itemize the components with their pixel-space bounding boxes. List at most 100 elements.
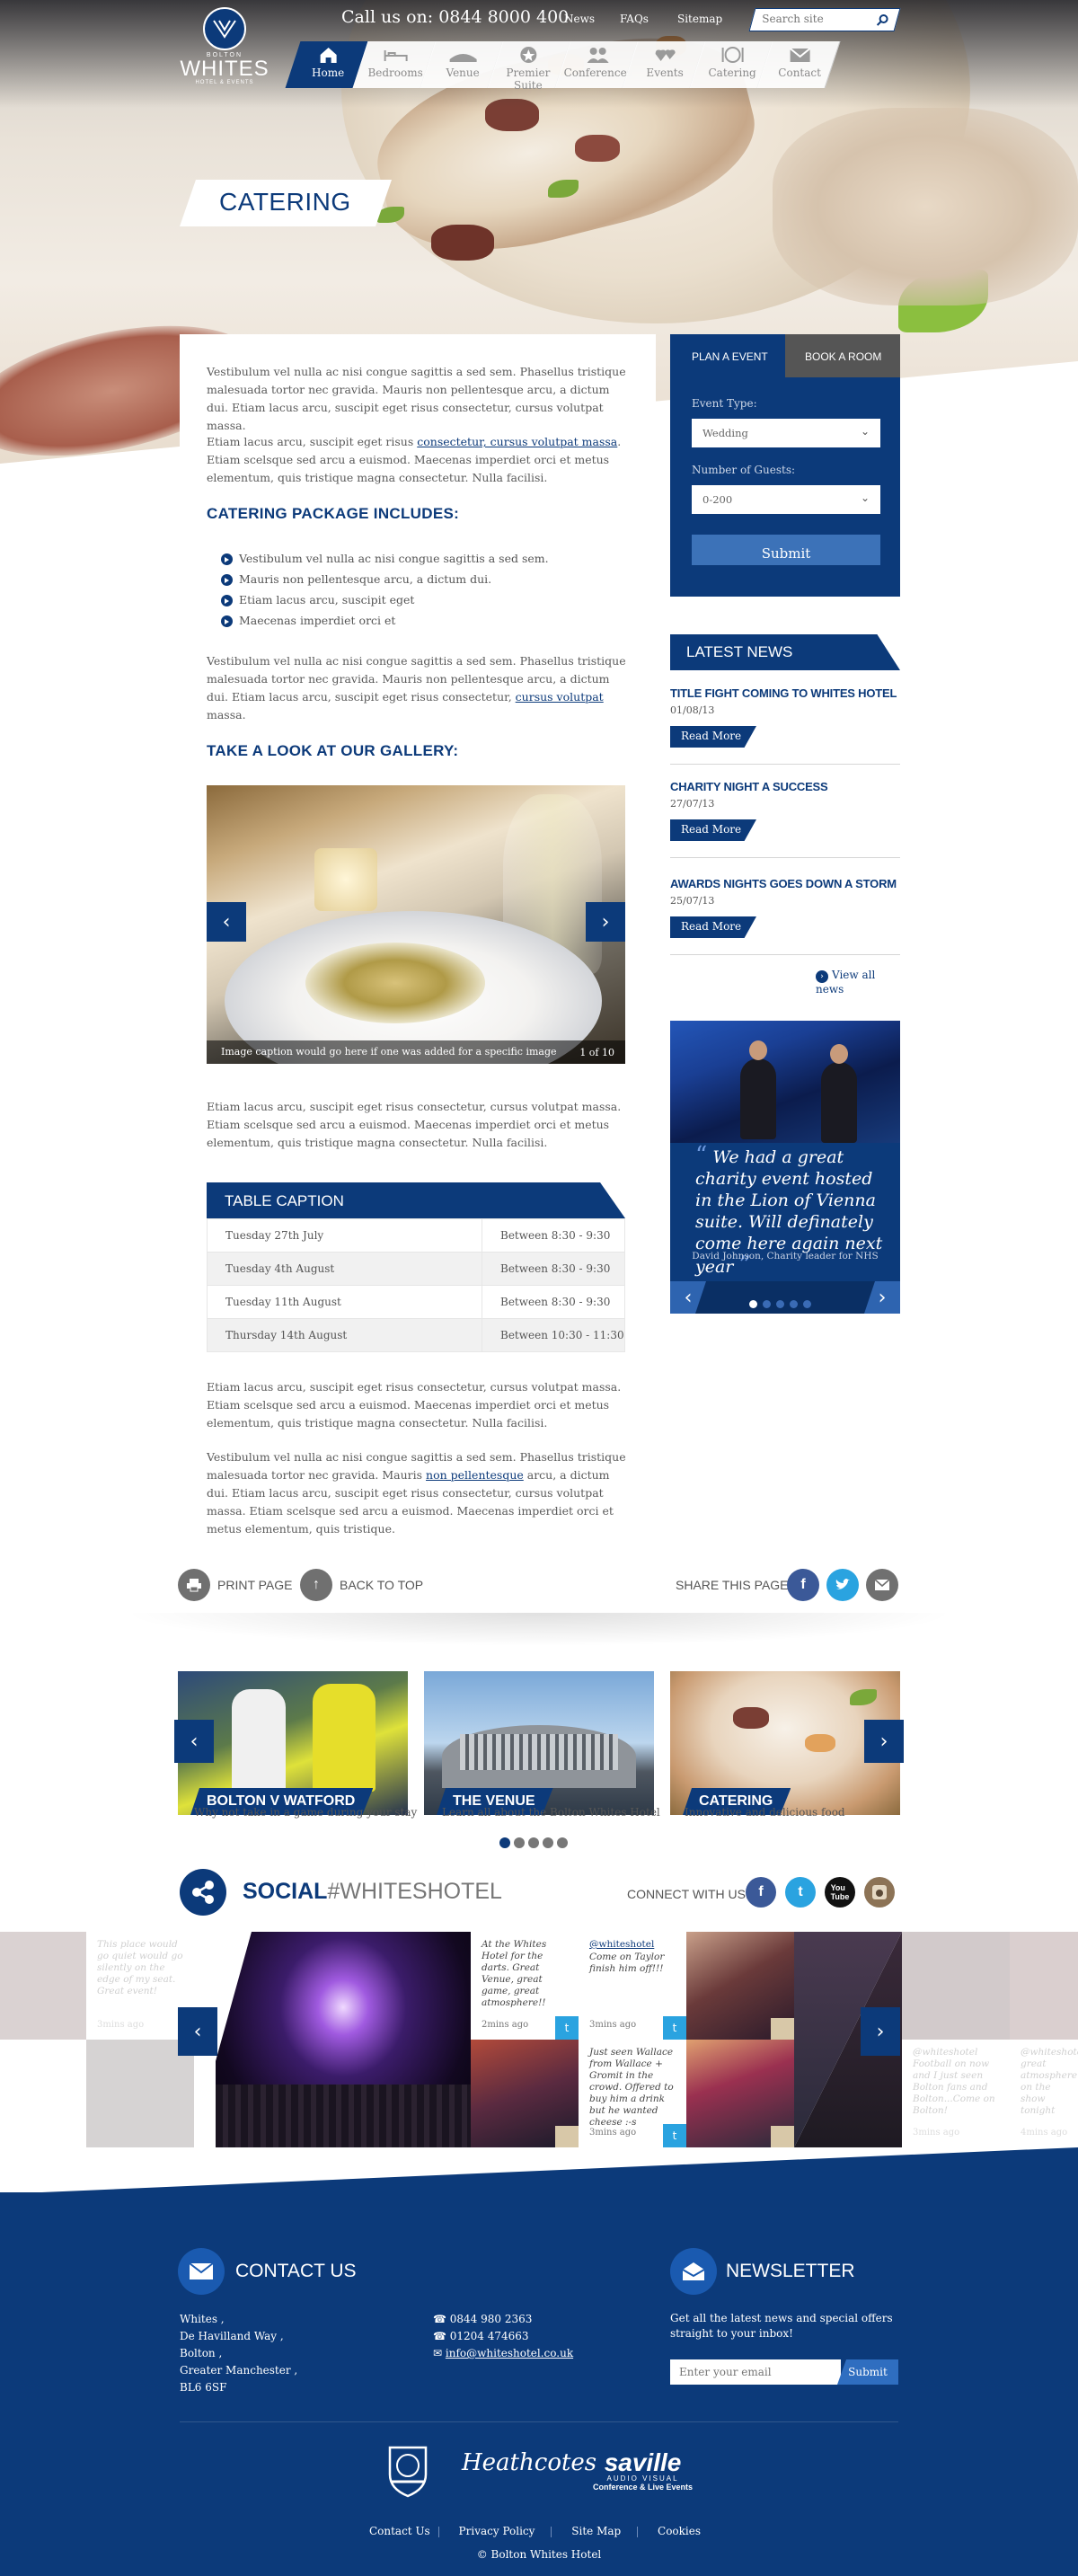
tweet-card[interactable]: Just seen Wallace from Wallace + Gromit … bbox=[579, 2040, 686, 2147]
read-more-button[interactable]: Read More bbox=[670, 819, 756, 841]
home-icon bbox=[320, 48, 337, 63]
tab-plan-event[interactable]: PLAN A EVENT bbox=[670, 334, 785, 377]
logo-badge-icon bbox=[203, 7, 246, 50]
bolton-wanderers-logo[interactable] bbox=[383, 2444, 433, 2498]
instagram-icon bbox=[771, 2018, 794, 2040]
tab-book-room[interactable]: BOOK A ROOM bbox=[785, 334, 900, 377]
guests-select[interactable]: 0-200 ⌄ bbox=[692, 485, 880, 514]
gallery-caption: Image caption would go here if one was a… bbox=[207, 1040, 625, 1064]
twitter-icon[interactable] bbox=[826, 1569, 859, 1601]
top-link-sitemap[interactable]: Sitemap bbox=[677, 13, 722, 25]
view-all-news-link[interactable]: › View all news bbox=[816, 969, 900, 996]
news-title[interactable]: CHARITY NIGHT A SUCCESS bbox=[670, 780, 828, 793]
chevron-down-icon: ⌄ bbox=[860, 425, 870, 438]
social-photo[interactable] bbox=[216, 1932, 471, 2147]
table-row: Tuesday 4th August Between 8:30 - 9:30 bbox=[207, 1252, 625, 1286]
gallery-counter: 1 of 10 bbox=[579, 1047, 614, 1058]
news-title[interactable]: AWARDS NIGHTS GOES DOWN A STORM bbox=[670, 877, 897, 890]
instagram-icon[interactable] bbox=[864, 1877, 895, 1908]
facebook-icon[interactable]: f bbox=[746, 1877, 776, 1908]
arrow-right-icon: › bbox=[816, 970, 828, 983]
event-type-select[interactable]: Wedding ⌄ bbox=[692, 419, 880, 447]
main-content: Vestibulum vel nulla ac nisi congue sagi… bbox=[180, 334, 656, 1536]
hotel-logo[interactable]: BOLTON WHITES HOTEL & EVENTS bbox=[178, 7, 271, 90]
search-box[interactable] bbox=[748, 8, 901, 31]
back-to-top-icon[interactable]: ↑ bbox=[300, 1569, 332, 1601]
schedule-table: Tuesday 27th July Between 8:30 - 9:30 Tue… bbox=[207, 1218, 625, 1352]
table-row: Tuesday 11th August Between 8:30 - 9:30 bbox=[207, 1285, 625, 1319]
event-type-label: Event Type: bbox=[692, 397, 757, 410]
search-input[interactable] bbox=[762, 13, 870, 25]
bed-icon bbox=[384, 50, 408, 61]
search-icon[interactable] bbox=[876, 13, 889, 30]
footer-link-contact[interactable]: Contact Us bbox=[369, 2525, 430, 2537]
social-photo[interactable] bbox=[686, 1932, 794, 2040]
social-photo[interactable] bbox=[686, 2040, 794, 2147]
news-date: 27/07/13 bbox=[670, 798, 715, 810]
inline-link[interactable]: cursus volutpat bbox=[516, 690, 604, 704]
promo-dots bbox=[499, 1835, 573, 1852]
page-title-banner: CATERING bbox=[180, 180, 392, 226]
gallery-next-arrow-icon[interactable]: › bbox=[586, 902, 625, 942]
faded-tweet: @whiteshotel great atmosphere on the sho… bbox=[1010, 2040, 1078, 2147]
footer-link-privacy[interactable]: Privacy Policy bbox=[459, 2525, 535, 2537]
inline-link[interactable]: non pellentesque bbox=[426, 1468, 524, 1482]
news-title[interactable]: TITLE FIGHT COMING TO WHITES HOTEL bbox=[670, 686, 897, 700]
newsletter-email-input[interactable] bbox=[670, 2359, 841, 2385]
bullet-arrow-icon bbox=[221, 595, 233, 606]
twitter-icon[interactable]: t bbox=[785, 1877, 816, 1908]
bullet-arrow-icon bbox=[221, 615, 233, 627]
contact-us-heading: CONTACT US bbox=[235, 2261, 357, 2281]
print-icon[interactable] bbox=[178, 1569, 210, 1601]
saville-logo[interactable]: saville AUDIO VISUAL Conference & Live E… bbox=[593, 2450, 693, 2492]
instagram-icon bbox=[555, 2126, 579, 2147]
social-prev-arrow-icon[interactable]: ‹ bbox=[178, 2007, 217, 2056]
top-link-news[interactable]: News bbox=[564, 13, 595, 25]
promo-next-arrow-icon[interactable]: › bbox=[864, 1720, 904, 1763]
hearts-icon bbox=[655, 49, 676, 61]
faded-tweet: @whiteshotel Football on now and I just … bbox=[902, 2040, 1010, 2147]
phone-number: Call us on: 0844 8000 400 bbox=[341, 7, 570, 27]
email-link[interactable]: info@whiteshotel.co.uk bbox=[446, 2347, 573, 2359]
testimonial-author: David Johnson, Charity leader for NHS bbox=[692, 1251, 879, 1261]
email-icon: ✉ bbox=[433, 2347, 446, 2359]
envelope-icon bbox=[789, 48, 810, 62]
newsletter-form: Submit bbox=[670, 2359, 898, 2385]
social-photo[interactable] bbox=[471, 2040, 579, 2147]
copyright: © Bolton Whites Hotel bbox=[476, 2548, 602, 2561]
read-more-button[interactable]: Read More bbox=[670, 916, 756, 938]
list-item: Vestibulum vel nulla ac nisi congue sagi… bbox=[221, 552, 549, 565]
paragraph-4: Etiam lacus arcu, suscipit eget risus co… bbox=[207, 1100, 622, 1149]
youtube-icon[interactable]: You Tube bbox=[825, 1877, 855, 1908]
social-title: SOCIAL#WHITESHOTEL bbox=[243, 1879, 502, 1904]
booking-widget: PLAN A EVENT BOOK A ROOM Event Type: Wed… bbox=[670, 334, 900, 597]
list-item: Etiam lacus arcu, suscipit eget bbox=[221, 593, 414, 606]
footer-link-cookies[interactable]: Cookies bbox=[658, 2525, 701, 2537]
promo-card-venue[interactable]: THE VENUE bbox=[424, 1671, 654, 1815]
print-page-link[interactable]: PRINT PAGE bbox=[217, 1578, 293, 1592]
newsletter-submit-button[interactable]: Submit bbox=[837, 2359, 898, 2385]
footer-link-sitemap[interactable]: Site Map bbox=[571, 2525, 621, 2537]
footer-links: Contact Us Privacy Policy Site Map Cooki… bbox=[0, 2525, 1078, 2537]
read-more-button[interactable]: Read More bbox=[670, 726, 756, 748]
heathcotes-logo[interactable]: Heathcotes bbox=[462, 2449, 596, 2476]
gallery-prev-arrow-icon[interactable]: ‹ bbox=[207, 902, 246, 942]
tweet-card[interactable]: @whiteshotel Come on Taylor finish him o… bbox=[579, 1932, 686, 2040]
email-share-icon[interactable] bbox=[866, 1569, 898, 1601]
social-next-arrow-icon[interactable]: › bbox=[861, 2007, 900, 2056]
table-caption: TABLE CAPTION bbox=[207, 1182, 625, 1218]
contact-details: ☎ 0844 980 2363 ☎ 01204 474663 ✉ info@wh… bbox=[433, 2313, 574, 2359]
promo-card-subtitle: Why not take in a game during your stay bbox=[194, 1806, 418, 1819]
inline-link[interactable]: consectetur, cursus volutpat massa bbox=[417, 435, 617, 448]
plate-cutlery-icon bbox=[721, 47, 744, 63]
intro-paragraph: Vestibulum vel nulla ac nisi congue sagi… bbox=[207, 365, 626, 432]
tweet-card[interactable]: At the Whites Hotel for the darts. Great… bbox=[471, 1932, 579, 2040]
twitter-icon: t bbox=[663, 2124, 686, 2147]
logo-name: WHITES bbox=[180, 57, 270, 81]
booking-submit-button[interactable]: Submit bbox=[692, 535, 880, 565]
back-to-top-link[interactable]: BACK TO TOP bbox=[340, 1578, 423, 1592]
top-link-faqs[interactable]: FAQs bbox=[620, 13, 649, 25]
facebook-icon[interactable]: f bbox=[787, 1569, 819, 1601]
promo-prev-arrow-icon[interactable]: ‹ bbox=[174, 1720, 214, 1763]
connect-label: CONNECT WITH US: bbox=[627, 1887, 749, 1901]
